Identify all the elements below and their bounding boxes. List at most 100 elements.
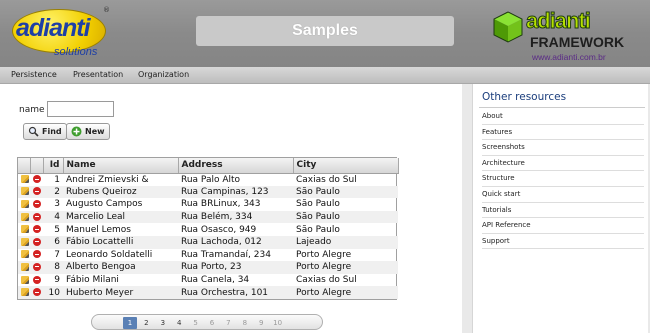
cell-name: Huberto Meyer [63,286,178,299]
sidebar-item-tutorials[interactable]: Tutorials [482,203,644,219]
cell-id: 3 [54,199,60,210]
customer-datagrid: Id Name Address City 1 Andrei Zmievski & R… [17,157,399,300]
delete-cell[interactable] [30,223,43,236]
edit-cell[interactable] [18,185,30,199]
delete-cell[interactable] [30,261,43,274]
sidebar-item-about[interactable]: About [482,109,644,125]
delete-cell[interactable] [30,173,43,186]
edit-column-header [18,158,31,174]
delete-icon[interactable] [33,212,41,221]
page-link-9[interactable]: 9 [254,317,268,329]
name-input[interactable] [47,101,114,117]
menu-item-persistence[interactable]: Persistence [11,70,57,79]
cell-city: Lajeado [293,235,398,249]
menu-item-organization[interactable]: Organization [138,70,189,79]
cell-id: 10 [43,286,63,299]
cell-city: São Paulo [293,210,398,224]
sidebar-item-structure[interactable]: Structure [482,171,644,187]
sidebar-item-quick-start[interactable]: Quick start [482,187,644,203]
delete-cell[interactable] [30,210,43,224]
cell-id: 5 [54,224,60,235]
cell-address: Rua Osasco, 949 [181,224,257,235]
page-link-3[interactable]: 3 [156,317,170,329]
sidebar-divider [479,107,645,108]
cell-name: Manuel Lemos [66,224,131,235]
delete-icon[interactable] [33,288,41,297]
page-link-1[interactable]: 1 [123,317,137,329]
edit-pencil-icon[interactable] [21,250,29,259]
sidebar-item-api-reference[interactable]: API Reference [482,218,644,234]
edit-pencil-icon[interactable] [21,175,29,184]
cell-name: Fábio Milani [66,275,119,286]
delete-icon[interactable] [33,187,41,196]
edit-pencil-icon[interactable] [21,275,29,284]
delete-cell[interactable] [30,286,43,299]
page-link-8[interactable]: 8 [238,317,252,329]
edit-pencil-icon[interactable] [21,212,29,221]
logo-sub: solutions [54,46,98,58]
table-row: 10 Huberto Meyer Rua Orchestra, 101 Porto A… [18,286,398,299]
edit-cell[interactable] [18,235,30,249]
delete-cell[interactable] [30,249,43,262]
sidebar-item-screenshots[interactable]: Screenshots [482,140,644,156]
delete-icon[interactable] [33,237,41,246]
cell-address: Rua Lachoda, 012 [178,235,293,249]
edit-cell[interactable] [18,274,30,287]
cell-city: Caxias do Sul [296,275,357,286]
page-link-6[interactable]: 6 [205,317,219,329]
page-link-10[interactable]: 10 [271,317,285,329]
edit-cell[interactable] [18,210,30,224]
table-row: 3 Augusto Campos Rua BRLinux, 343 São Paulo [18,198,398,211]
new-button[interactable]: New [66,123,110,140]
magnifier-icon [28,126,39,137]
delete-cell[interactable] [30,185,43,199]
adianti-framework-logo[interactable]: adianti FRAMEWORK www.adianti.com.br [490,6,640,64]
edit-cell[interactable] [18,249,30,262]
delete-icon[interactable] [33,225,41,234]
menu-item-presentation[interactable]: Presentation [73,70,123,79]
delete-icon[interactable] [33,262,41,271]
sidebar-title: Other resources [482,91,567,103]
cell-id: 4 [43,210,63,224]
delete-icon[interactable] [33,250,41,259]
edit-pencil-icon[interactable] [21,187,29,196]
cell-city: Caxias do Sul [296,174,357,185]
edit-cell[interactable] [18,173,30,186]
edit-cell[interactable] [18,223,30,236]
edit-cell[interactable] [18,286,30,299]
delete-icon[interactable] [33,275,41,284]
page-link-4[interactable]: 4 [172,317,186,329]
edit-cell[interactable] [18,261,30,274]
page-link-7[interactable]: 7 [221,317,235,329]
page-link-2[interactable]: 2 [139,317,153,329]
edit-cell[interactable] [18,198,30,211]
table-row: 8 Alberto Bengoa Rua Porto, 23 Porto Alegre [18,261,398,274]
edit-pencil-icon[interactable] [21,262,29,271]
sidebar-item-architecture[interactable]: Architecture [482,156,644,172]
find-button-label: Find [42,127,62,136]
column-header-address[interactable]: Address [178,158,294,174]
cell-address: Rua BRLinux, 343 [181,199,261,210]
page-link-5[interactable]: 5 [189,317,203,329]
edit-pencil-icon[interactable] [21,225,29,234]
delete-cell[interactable] [30,235,43,249]
delete-column-header [30,158,44,174]
column-header-id[interactable]: Id [43,158,64,174]
delete-cell[interactable] [30,198,43,211]
adianti-solutions-logo[interactable]: adianti solutions ® [10,4,110,62]
edit-pencil-icon[interactable] [21,237,29,246]
sidebar-item-features[interactable]: Features [482,125,644,141]
column-header-city[interactable]: City [293,158,399,174]
delete-icon[interactable] [33,175,41,184]
find-button[interactable]: Find [23,123,67,140]
cell-address: Rua Palo Alto [181,174,241,185]
framework-logo-url: www.adianti.com.br [532,52,606,62]
table-row: 9 Fábio Milani Rua Canela, 34 Caxias do Sul [18,274,398,287]
sidebar-item-support[interactable]: Support [482,234,644,250]
delete-icon[interactable] [33,199,41,208]
edit-pencil-icon[interactable] [21,199,29,208]
delete-cell[interactable] [30,274,43,287]
edit-pencil-icon[interactable] [21,288,29,297]
cell-city: Porto Alegre [293,261,398,274]
column-header-name[interactable]: Name [63,158,179,174]
